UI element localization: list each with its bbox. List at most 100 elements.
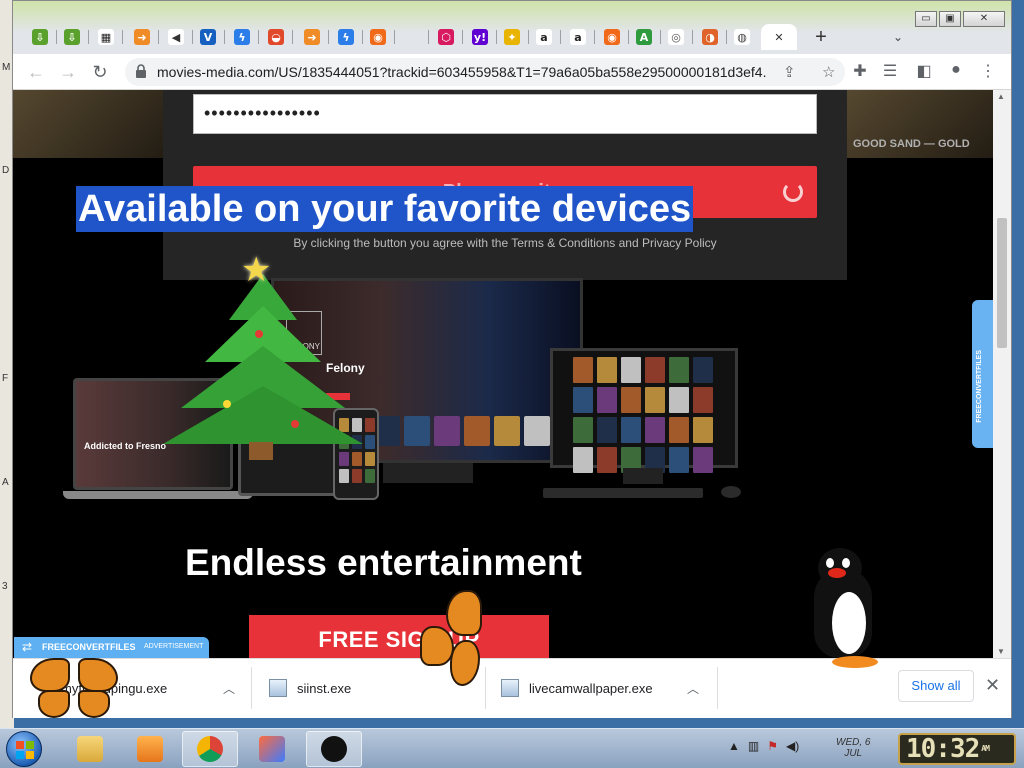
maximize-button[interactable]: ▣ (939, 11, 961, 27)
browser-tab[interactable]: ⇩ (57, 24, 87, 50)
tab-search-button[interactable]: ⌄ (885, 24, 911, 50)
browser-tab[interactable]: ◉ (363, 24, 393, 50)
taskbar-media-player[interactable] (122, 731, 178, 767)
browser-tab[interactable]: ◒ (261, 24, 291, 50)
browser-tab[interactable]: ◉ (597, 24, 627, 50)
poster-thumbnail (494, 416, 520, 446)
taskbar-explorer[interactable] (62, 731, 118, 767)
poster-thumbnail (434, 416, 460, 446)
desktop-letter: D (2, 165, 10, 176)
poster-thumbnail (365, 435, 375, 449)
menu-kebab-icon[interactable]: ⋮ (977, 61, 999, 81)
poster-thumbnail (352, 469, 362, 483)
shelf-close-icon[interactable]: ✕ (985, 675, 1000, 696)
date-day: WED, 6 (836, 737, 871, 748)
browser-tab[interactable]: ⬡ (431, 24, 461, 50)
poster-thumbnail (669, 417, 689, 443)
taskbar-app-arrow[interactable] (244, 731, 300, 767)
poster-thumbnail (597, 387, 617, 413)
chevron-up-icon[interactable]: ︿ (687, 680, 699, 697)
browser-tab[interactable]: ϟ (331, 24, 361, 50)
browser-tab[interactable]: ⇩ (25, 24, 55, 50)
poster-thumbnail (693, 447, 713, 473)
scroll-thumb[interactable] (997, 218, 1007, 348)
butterfly-icon (416, 590, 488, 702)
file-icon (501, 679, 519, 697)
media-queue-icon[interactable]: ☰ (879, 61, 901, 81)
taskbar-pingu[interactable] (306, 731, 362, 767)
scroll-up-icon[interactable]: ▲ (997, 92, 1005, 101)
v-logo-icon: V (200, 29, 216, 45)
url-text[interactable]: movies-media.com/US/1835444051?trackid=6… (157, 64, 767, 80)
bookmark-star-icon[interactable]: ☆ (822, 63, 835, 81)
chevron-up-icon[interactable]: ︿ (223, 680, 235, 697)
laptop-base (63, 491, 253, 499)
poster-thumbnail (573, 447, 593, 473)
poster-text: GOOD SAND — GOLD (853, 138, 970, 150)
chrome-gray-icon: ◎ (668, 29, 684, 45)
side-ad-tab[interactable]: FREECONVERTFILES (972, 300, 994, 448)
back-button[interactable]: ← (23, 60, 49, 84)
password-field[interactable]: •••••••••••••••• (193, 94, 817, 134)
taskbar-chrome[interactable] (182, 731, 238, 767)
paper-plane-icon (259, 736, 285, 762)
share-icon[interactable]: ⇪ (783, 63, 796, 81)
browser-tab[interactable]: ➜ (297, 24, 327, 50)
download-name: siinst.exe (297, 680, 352, 696)
browser-tab[interactable]: ◑ (695, 24, 725, 50)
tab-active[interactable]: ✕ (761, 24, 797, 50)
date-display[interactable]: WED, 6 JUL (836, 737, 870, 759)
scroll-down-icon[interactable]: ▼ (997, 647, 1005, 656)
browser-tab[interactable]: ϟ (227, 24, 257, 50)
poster-thumbnail (573, 357, 593, 383)
poster-thumbnail (365, 418, 375, 432)
browser-tab[interactable]: a (529, 24, 559, 50)
browser-tab[interactable]: ◎ (661, 24, 691, 50)
browser-tab[interactable]: a (563, 24, 593, 50)
loading-spinner-icon (783, 182, 803, 202)
browser-tab[interactable]: V (193, 24, 223, 50)
download-arrow-icon: ⇩ (32, 29, 48, 45)
tray-expand-icon[interactable]: ▲ (728, 739, 740, 753)
poster-thumbnail (365, 469, 375, 483)
page-scrollbar[interactable]: ▲ ▼ (993, 90, 1011, 658)
network-icon[interactable]: ▥ (748, 739, 759, 753)
browser-tab[interactable]: ➜ (127, 24, 157, 50)
desktop-letter: M (2, 62, 11, 73)
download-item[interactable]: livecamwallpaper.exe ︿ (501, 669, 711, 707)
forward-button[interactable]: → (55, 60, 81, 84)
browser-tab[interactable]: y! (465, 24, 495, 50)
browser-tab[interactable]: ◀ (161, 24, 191, 50)
side-panel-icon[interactable]: ◧ (913, 61, 935, 81)
browser-tab[interactable] (397, 24, 427, 50)
bolt-icon: ϟ (234, 29, 250, 45)
extensions-puzzle-icon[interactable]: ✚ (849, 61, 871, 81)
profile-avatar-icon[interactable]: ● (945, 61, 967, 79)
side-ad-label: FREECONVERTFILES (976, 350, 983, 423)
christmas-tree-icon: ★ (163, 250, 363, 460)
basketball-icon: ◑ (702, 29, 718, 45)
laptop-movie-title: Addicted to Fresno (84, 441, 167, 451)
poster-thumbnail (669, 357, 689, 383)
ad-brand: FREECONVERTFILES (42, 642, 136, 652)
window-close-button[interactable]: ✕ (963, 11, 1005, 27)
close-icon[interactable]: ✕ (771, 29, 787, 45)
reload-button[interactable]: ↻ (87, 60, 113, 84)
keyboard-image (543, 488, 703, 498)
volume-icon[interactable]: ◀) (786, 739, 799, 753)
browser-tab[interactable]: ▦ (91, 24, 121, 50)
minimize-button[interactable]: ▭ (915, 11, 937, 27)
start-button[interactable] (6, 731, 42, 767)
browser-tab[interactable]: ◍ (727, 24, 757, 50)
firefox-icon: ◉ (604, 29, 620, 45)
flag-alert-icon[interactable]: ⚑ (767, 739, 778, 753)
poster-thumbnail (597, 357, 617, 383)
tab-strip: ⇩ ⇩ ▦ ➜ ◀ Vϟ ◒ ➜ ϟ ◉ ⬡ y! ✦ a a ◉ A ◎ ◑ ◍ ✕ + ⌄ ▭ ▣ ✕ (13, 1, 1011, 54)
free-signup-button[interactable]: FREE SIGN UP (249, 615, 549, 658)
show-all-button[interactable]: Show all (898, 670, 974, 702)
browser-tab[interactable]: ✦ (497, 24, 527, 50)
clock-display[interactable]: 10:32 AM (898, 733, 1016, 765)
address-bar[interactable]: movies-media.com/US/1835444051?trackid=6… (125, 58, 845, 86)
browser-tab[interactable]: A (629, 24, 659, 50)
new-tab-button[interactable]: + (808, 24, 834, 50)
